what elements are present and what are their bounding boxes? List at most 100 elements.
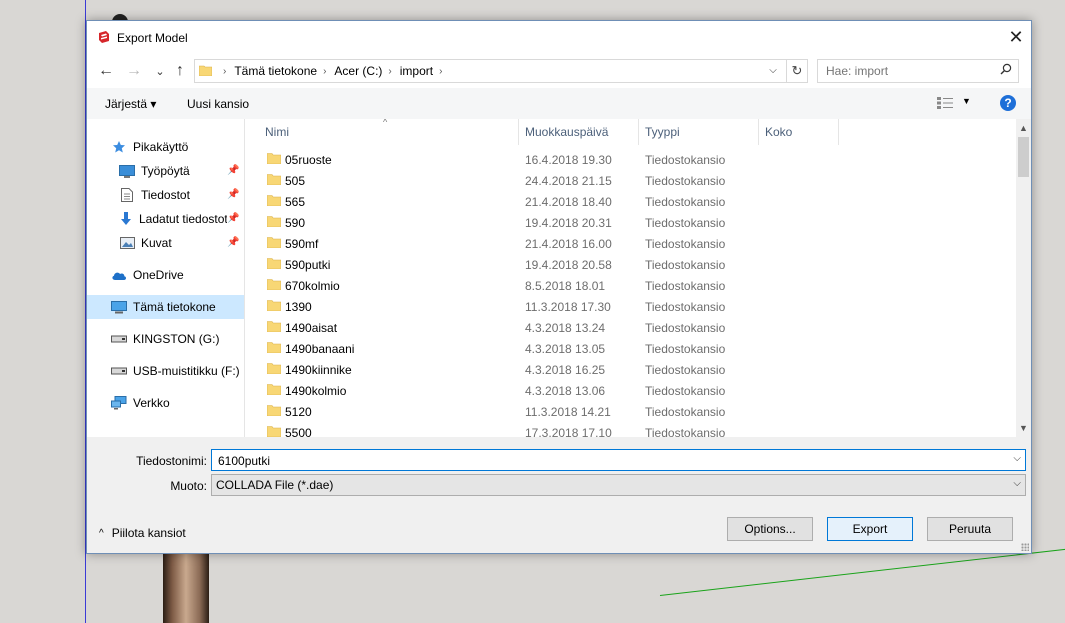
hide-folders-button[interactable]: ^ Piilota kansiot [99,526,186,540]
column-header-size[interactable]: Koko [765,119,792,145]
chevron-down-icon[interactable]: ⌵ [1013,453,1021,464]
column-divider[interactable] [638,119,639,145]
column-divider[interactable] [838,119,839,145]
file-name: 590mf [285,237,319,251]
file-date: 4.3.2018 13.05 [525,342,606,356]
filename-input[interactable] [216,453,1000,469]
view-options-icon[interactable] [937,97,953,109]
file-date: 4.3.2018 13.24 [525,321,606,335]
table-row[interactable]: 5120 11.3.2018 14.21 Tiedostokansio [245,401,1016,422]
chevron-up-icon: ^ [99,527,104,539]
address-dropdown-button[interactable]: ⌵ [763,59,783,81]
column-header-date[interactable]: Muokkauspäivä [525,119,608,145]
sketchup-app-icon [99,31,109,43]
folder-icon [267,426,281,437]
table-row[interactable]: 1490banaani 4.3.2018 13.05 Tiedostokansio [245,338,1016,359]
file-date: 21.4.2018 18.40 [525,195,612,209]
up-button[interactable]: ↑ [171,62,189,80]
nav-item-kingston-drive[interactable]: KINGSTON (G:) [111,327,219,351]
column-header-name[interactable]: Nimi [265,119,289,145]
cancel-button[interactable]: Peruuta [927,517,1013,541]
nav-item-network[interactable]: Verkko [111,391,170,415]
file-date: 8.5.2018 18.01 [525,279,606,293]
file-type: Tiedostokansio [645,258,726,272]
sort-ascending-icon: ^ [383,119,388,127]
table-row[interactable]: 1490kiinnike 4.3.2018 16.25 Tiedostokansio [245,359,1016,380]
refresh-button[interactable]: ↻ [786,59,808,83]
nav-item-downloads[interactable]: Ladatut tiedostot [119,207,227,231]
options-button[interactable]: Options... [727,517,813,541]
file-type-select[interactable]: COLLADA File (*.dae) ⌵ [211,474,1026,496]
breadcrumb-separator: › [223,65,227,77]
back-button[interactable]: ← [97,62,115,80]
export-button[interactable]: Export [827,517,913,541]
nav-item-label: Tämä tietokone [133,300,216,314]
table-row[interactable]: 670kolmio 8.5.2018 18.01 Tiedostokansio [245,275,1016,296]
breadcrumb-item[interactable]: Tämä tietokone [234,64,317,78]
breadcrumb-item[interactable]: Acer (C:) [334,64,382,78]
file-name: 5500 [285,426,312,437]
chevron-down-icon: ⌄ [155,65,165,78]
file-type-value: COLLADA File (*.dae) [216,478,334,492]
table-row[interactable]: 05ruoste 16.4.2018 19.30 Tiedostokansio [245,149,1016,170]
search-box[interactable] [817,59,1019,83]
chevron-down-icon: ⌵ [769,64,777,76]
close-button[interactable]: ✕ [1001,21,1031,54]
help-icon[interactable]: ? [1000,95,1016,111]
breadcrumb-item[interactable]: import [400,64,433,78]
nav-item-desktop[interactable]: Työpöytä [119,159,190,183]
scroll-thumb[interactable] [1018,137,1029,177]
forward-button[interactable]: → [125,62,143,80]
search-input[interactable] [824,63,993,79]
vertical-scrollbar[interactable]: ▲ ▼ [1016,119,1031,437]
table-row[interactable]: 505 24.4.2018 21.15 Tiedostokansio [245,170,1016,191]
nav-item-pictures[interactable]: Kuvat [119,231,172,255]
file-type: Tiedostokansio [645,279,726,293]
table-row[interactable]: 590putki 19.4.2018 20.58 Tiedostokansio [245,254,1016,275]
pictures-icon [119,236,135,250]
folder-icon [267,321,281,332]
file-name: 1490banaani [285,342,355,356]
file-list: ^ Nimi Muokkauspäivä Tyyppi Koko 05ruost… [245,119,1016,437]
resize-grip[interactable] [1021,543,1029,551]
pin-icon: 📌 [227,165,240,176]
scroll-up-button[interactable]: ▲ [1016,121,1031,135]
nav-item-onedrive[interactable]: OneDrive [111,263,184,287]
folder-icon [267,153,281,164]
organize-button[interactable]: Järjestä ▾ [105,97,156,111]
nav-item-usb-drive[interactable]: USB-muistitikku (F:) [111,359,240,383]
pin-icon: 📌 [227,189,240,200]
folder-icon [267,384,281,395]
view-dropdown-button[interactable]: ▼ [962,96,971,106]
file-type: Tiedostokansio [645,216,726,230]
table-row[interactable]: 1490kolmio 4.3.2018 13.06 Tiedostokansio [245,380,1016,401]
table-row[interactable]: 5500 17.3.2018 17.10 Tiedostokansio [245,422,1016,437]
table-row[interactable]: 1490aisat 4.3.2018 13.24 Tiedostokansio [245,317,1016,338]
folder-icon [267,300,281,311]
table-row[interactable]: 565 21.4.2018 18.40 Tiedostokansio [245,191,1016,212]
refresh-icon: ↻ [791,63,803,78]
column-divider[interactable] [518,119,519,145]
nav-item-documents[interactable]: Tiedostot [119,183,190,207]
column-divider[interactable] [758,119,759,145]
star-icon [111,140,127,154]
scroll-down-button[interactable]: ▼ [1016,421,1031,435]
documents-icon [119,188,135,202]
filename-label: Tiedostonimi: [136,454,207,468]
nav-item-label: Kuvat [141,236,172,250]
new-folder-button[interactable]: Uusi kansio [187,97,249,111]
column-header-type[interactable]: Tyyppi [645,119,680,145]
table-row[interactable]: 590 19.4.2018 20.31 Tiedostokansio [245,212,1016,233]
address-bar[interactable]: › Tämä tietokone › Acer (C:) › import › … [194,59,806,83]
up-arrow-icon: ↑ [176,62,184,79]
filename-field[interactable]: ⌵ [211,449,1026,471]
nav-item-quick-access[interactable]: Pikakäyttö [111,135,188,159]
nav-item-label: Tiedostot [141,188,190,202]
table-row[interactable]: 1390 11.3.2018 17.30 Tiedostokansio [245,296,1016,317]
title-bar: Export Model ✕ [87,21,1031,54]
nav-item-this-pc[interactable]: Tämä tietokone [87,295,244,319]
navigation-pane: Pikakäyttö Työpöytä 📌 Tiedostot 📌 Ladatu… [87,119,245,437]
file-name: 670kolmio [285,279,340,293]
recent-locations-button[interactable]: ⌄ [151,62,169,80]
table-row[interactable]: 590mf 21.4.2018 16.00 Tiedostokansio [245,233,1016,254]
